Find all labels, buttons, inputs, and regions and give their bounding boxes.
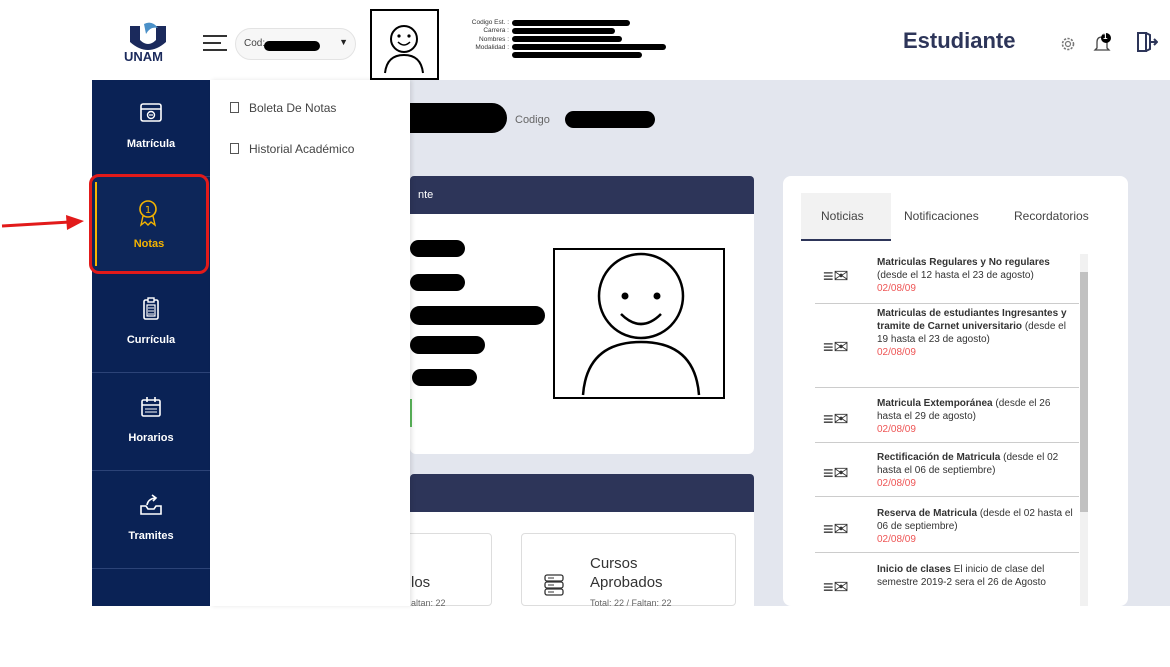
submenu-item-historial[interactable]: Historial Académico <box>230 142 354 156</box>
news-detail: (desde el 12 hasta el 23 de agosto) <box>877 270 1034 281</box>
redacted-field <box>410 274 465 291</box>
code-select[interactable]: Cod: ▼ <box>235 28 356 60</box>
menu-toggle-button[interactable] <box>203 35 227 51</box>
sidebar: Matrícula Currícula Horarios Tramites <box>92 80 210 606</box>
news-date: 02/08/09 <box>877 283 916 294</box>
news-title: Matriculas Regulares y No regulares <box>877 257 1050 268</box>
news-title: Reserva de Matricula <box>877 508 978 519</box>
stats-card-header <box>410 474 754 512</box>
redacted-field <box>410 336 485 354</box>
tab-noticias[interactable]: Noticias <box>821 209 864 223</box>
info-label-names: Nombres : <box>479 35 509 43</box>
sidebar-item-label: Currícula <box>126 334 176 346</box>
sidebar-item-label: Horarios <box>128 432 174 444</box>
logout-icon[interactable] <box>1134 30 1158 54</box>
news-title: Rectificación de Matricula <box>877 452 1001 463</box>
envelope-icon: ≡✉ <box>823 337 849 357</box>
info-label-modality: Modalidad : <box>475 44 509 52</box>
bell-icon[interactable]: 1 <box>1092 32 1112 54</box>
news-scrollbar[interactable] <box>1080 254 1088 606</box>
sidebar-item-horarios[interactable]: Horarios <box>92 374 210 471</box>
news-item[interactable]: ≡✉ Inicio de clases El inicio de clase d… <box>815 563 1079 609</box>
news-date: 02/08/09 <box>877 478 916 489</box>
news-date: 02/08/09 <box>877 347 916 358</box>
sidebar-item-matricula[interactable]: Matrícula <box>92 80 210 177</box>
student-card-title: nte <box>418 189 434 201</box>
news-item[interactable]: ≡✉ Reserva de Matricula (desde el 02 has… <box>815 507 1079 553</box>
sidebar-item-curricula[interactable]: Currícula <box>92 276 210 373</box>
card-icon <box>140 103 162 122</box>
redacted-names <box>512 44 666 50</box>
notification-badge: 1 <box>1103 32 1108 41</box>
chevron-down-icon: ▼ <box>339 37 348 47</box>
submenu-item-label: Boleta De Notas <box>249 101 337 115</box>
gear-icon[interactable] <box>1060 36 1076 52</box>
redacted-field <box>412 369 477 386</box>
envelope-icon: ≡✉ <box>823 519 849 539</box>
sidebar-item-tramites[interactable]: Tramites <box>92 472 210 569</box>
envelope-icon: ≡✉ <box>823 577 849 597</box>
news-item[interactable]: ≡✉ Rectificación de Matricula (desde el … <box>815 451 1079 497</box>
clipboard-icon <box>143 297 159 320</box>
scrollbar-thumb[interactable] <box>1080 272 1088 512</box>
redacted-field <box>410 306 545 325</box>
top-bar: UNAM Cod: ▼ Codigo Est. : Carrera : Nomb… <box>0 0 1170 80</box>
sidebar-item-label: Notas <box>133 238 165 250</box>
redacted-code <box>264 41 320 51</box>
info-label-career: Carrera : <box>483 27 509 35</box>
stat-left-title: los <box>411 574 431 591</box>
logo-text: UNAM <box>124 49 163 64</box>
news-title: Matricula Extemporánea <box>877 398 993 409</box>
news-title: Inicio de clases <box>877 564 951 575</box>
redacted-field <box>410 240 465 257</box>
redacted-modality <box>512 52 642 58</box>
news-date: 02/08/09 <box>877 424 916 435</box>
notas-submenu: Boleta De Notas Historial Académico <box>210 80 410 606</box>
news-date: 02/08/09 <box>877 534 916 545</box>
active-indicator <box>95 182 97 266</box>
sidebar-item-label: Tramites <box>128 530 174 542</box>
redacted-code-value <box>512 20 630 26</box>
server-icon <box>544 574 564 596</box>
status-indicator <box>410 399 412 427</box>
sidebar-item-more[interactable] <box>92 570 210 667</box>
code-select-label: Cod: <box>244 38 266 49</box>
envelope-icon: ≡✉ <box>823 409 849 429</box>
student-info-labels: Codigo Est. : Carrera : Nombres : Modali… <box>445 19 509 53</box>
stat-box-approved: Cursos Aprobados Total: 22 / Faltan: 22 <box>521 533 736 608</box>
document-icon <box>230 143 239 154</box>
envelope-icon: ≡✉ <box>823 266 849 286</box>
tab-recordatorios[interactable]: Recordatorios <box>1014 209 1089 223</box>
redacted-extra <box>512 36 622 42</box>
submenu-item-boleta[interactable]: Boleta De Notas <box>230 101 336 115</box>
news-item[interactable]: ≡✉ Matriculas Regulares y No regulares (… <box>815 256 1079 304</box>
stat-approved-title-2: Aprobados <box>590 574 663 591</box>
student-photo-large <box>553 248 725 399</box>
role-title: Estudiante <box>903 28 1016 53</box>
submenu-item-label: Historial Académico <box>249 142 355 156</box>
news-item[interactable]: ≡✉ Matricula Extemporánea (desde el 26 h… <box>815 397 1079 443</box>
tab-notificaciones[interactable]: Notificaciones <box>904 209 979 223</box>
stat-approved-sub: Total: 22 / Faltan: 22 <box>590 598 672 608</box>
svg-text:1: 1 <box>145 205 151 216</box>
code-label: Codigo <box>515 114 550 126</box>
stat-approved-title-1: Cursos <box>590 555 638 572</box>
stat-left-sub: altan: 22 <box>411 598 446 608</box>
redacted-student-code <box>565 111 655 128</box>
redacted-student-name <box>395 103 507 133</box>
student-photo <box>370 9 439 80</box>
student-card-header: nte <box>410 176 754 214</box>
news-card: Noticias Notificaciones Recordatorios ≡✉… <box>783 176 1128 606</box>
sidebar-item-notas[interactable]: 1 Notas <box>89 174 209 274</box>
document-icon <box>230 102 239 113</box>
sidebar-item-label: Matrícula <box>126 138 176 150</box>
envelope-icon: ≡✉ <box>823 463 849 483</box>
calendar-icon <box>141 397 161 417</box>
info-label-code: Codigo Est. : <box>471 19 509 26</box>
red-arrow-annotation <box>1 215 84 230</box>
redacted-career <box>512 28 615 34</box>
news-item[interactable]: ≡✉ Matriculas de estudiantes Ingresantes… <box>815 307 1079 388</box>
medal-icon: 1 <box>139 200 157 227</box>
inbox-upload-icon <box>140 494 162 515</box>
